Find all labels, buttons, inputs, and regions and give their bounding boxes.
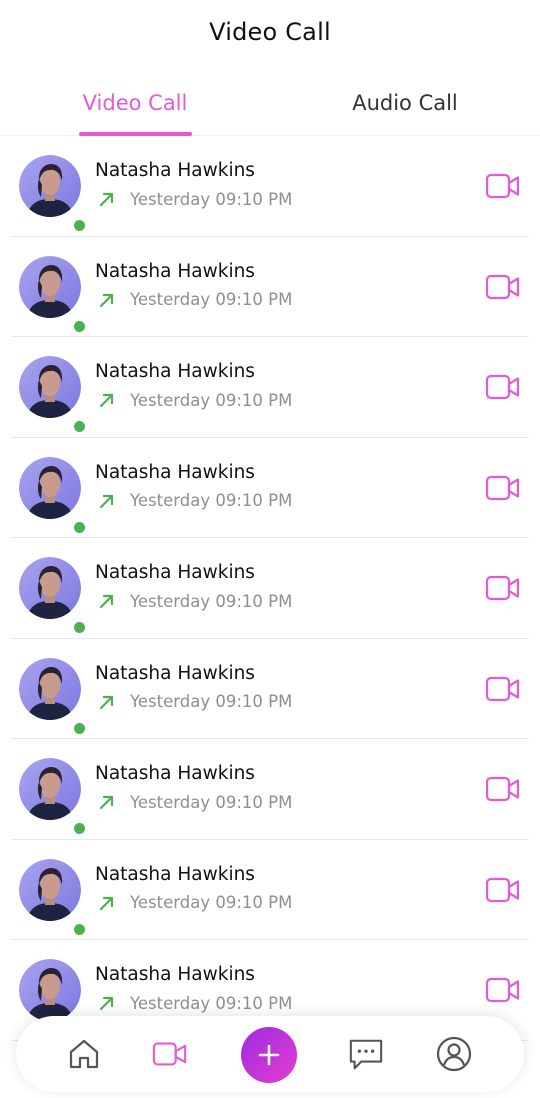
contact-name: Natasha Hawkins: [95, 361, 255, 382]
contact-name: Natasha Hawkins: [95, 461, 255, 483]
call-meta: Yesterday 09:10 PM: [97, 591, 292, 611]
video-camera-icon: [485, 173, 520, 199]
outgoing-call-arrow-icon: [99, 896, 114, 910]
call-meta: Yesterday 09:10 PM: [97, 491, 292, 511]
video-camera-icon: [485, 977, 520, 1003]
outgoing-call-arrow-icon: [99, 996, 114, 1011]
call-list-item[interactable]: Natasha Hawkins Yesterday 09:10 PM: [11, 438, 529, 538]
video-camera-icon: [152, 1042, 187, 1066]
call-time: Yesterday 09:10 PM: [130, 390, 293, 410]
call-list-item[interactable]: Natasha Hawkins Yesterday 09:10 PM: [11, 136, 529, 237]
home-icon: [69, 1039, 99, 1069]
call-meta: Yesterday 09:10 PM: [97, 692, 292, 712]
video-call-button[interactable]: [485, 373, 521, 401]
call-time: Yesterday 09:10 PM: [130, 692, 293, 711]
avatar: [19, 557, 87, 635]
video-camera-icon: [485, 877, 520, 902]
page-title: Video Call: [209, 18, 331, 46]
video-call-button[interactable]: [485, 474, 521, 502]
profile-icon: [436, 1036, 472, 1072]
call-list-item[interactable]: Natasha Hawkins Yesterday 09:10 PM: [11, 337, 529, 438]
online-status-dot: [72, 218, 87, 233]
video-call-button[interactable]: [485, 574, 521, 602]
call-history-list: Natasha Hawkins Yesterday 09:10 PM Natas…: [0, 136, 540, 1041]
outgoing-call-arrow-icon: [99, 494, 114, 508]
call-list-item[interactable]: Natasha Hawkins Yesterday 09:10 PM: [11, 538, 529, 639]
online-status-dot: [72, 720, 87, 736]
call-time: Yesterday 09:10 PM: [130, 591, 293, 611]
avatar: [19, 255, 87, 334]
call-meta: Yesterday 09:10 PM: [97, 792, 292, 812]
online-status-dot: [72, 318, 87, 334]
online-status-dot: [72, 419, 87, 434]
call-time: Yesterday 09:10 PM: [130, 993, 293, 1013]
call-time: Yesterday 09:10 PM: [130, 491, 293, 510]
contact-name: Natasha Hawkins: [95, 160, 255, 181]
contact-name: Natasha Hawkins: [95, 964, 255, 985]
contact-name: Natasha Hawkins: [95, 662, 255, 684]
call-meta: Yesterday 09:10 PM: [97, 993, 292, 1013]
call-time: Yesterday 09:10 PM: [130, 792, 293, 812]
video-call-button[interactable]: [485, 273, 521, 301]
video-camera-icon: [485, 676, 520, 701]
call-meta: Yesterday 09:10 PM: [97, 390, 292, 410]
online-status-dot: [72, 519, 87, 535]
avatar: [19, 155, 87, 233]
video-camera-icon: [485, 475, 520, 500]
nav-chat[interactable]: [348, 1036, 384, 1072]
tab-video-call[interactable]: Video Call: [0, 70, 270, 136]
call-list-item[interactable]: Natasha Hawkins Yesterday 09:10 PM: [11, 237, 529, 337]
video-call-button[interactable]: [485, 876, 521, 904]
outgoing-call-arrow-icon: [99, 293, 114, 307]
bottom-navigation: [16, 1016, 524, 1092]
app-header: Video Call: [0, 0, 540, 64]
call-time: Yesterday 09:10 PM: [130, 189, 293, 209]
call-meta: Yesterday 09:10 PM: [97, 290, 292, 310]
video-camera-icon: [485, 776, 520, 802]
call-meta: Yesterday 09:10 PM: [97, 189, 292, 209]
avatar: [19, 356, 87, 434]
call-list-item[interactable]: Natasha Hawkins Yesterday 09:10 PM: [11, 639, 529, 739]
contact-name: Natasha Hawkins: [95, 260, 255, 282]
avatar: [19, 456, 87, 535]
avatar: [19, 858, 87, 937]
outgoing-call-arrow-icon: [99, 795, 114, 810]
tab-audio-call-label: Audio Call: [352, 91, 458, 115]
call-time: Yesterday 09:10 PM: [130, 290, 293, 309]
video-call-button[interactable]: [485, 775, 521, 803]
video-call-button[interactable]: [485, 675, 521, 703]
nav-profile[interactable]: [436, 1036, 472, 1072]
video-camera-icon: [485, 575, 520, 601]
online-status-dot: [72, 921, 87, 937]
outgoing-call-arrow-icon: [99, 393, 114, 408]
plus-icon: [258, 1044, 280, 1066]
avatar: [19, 959, 87, 1037]
video-call-button[interactable]: [485, 172, 521, 200]
outgoing-call-arrow-icon: [99, 594, 114, 609]
online-status-dot: [72, 620, 87, 635]
avatar: [19, 758, 87, 836]
online-status-dot: [72, 821, 87, 836]
call-list-item[interactable]: Natasha Hawkins Yesterday 09:10 PM: [11, 739, 529, 840]
call-meta: Yesterday 09:10 PM: [97, 893, 292, 913]
video-call-button[interactable]: [485, 976, 521, 1004]
call-list-item[interactable]: Natasha Hawkins Yesterday 09:10 PM: [11, 840, 529, 940]
chat-icon: [349, 1039, 383, 1070]
call-type-tabs: Video Call Audio Call: [0, 70, 540, 136]
outgoing-call-arrow-icon: [99, 192, 114, 207]
call-time: Yesterday 09:10 PM: [130, 893, 293, 912]
nav-home[interactable]: [66, 1036, 102, 1072]
video-camera-icon: [485, 274, 520, 299]
avatar: [19, 657, 87, 736]
contact-name: Natasha Hawkins: [95, 763, 255, 784]
contact-name: Natasha Hawkins: [95, 562, 255, 583]
video-camera-icon: [485, 374, 520, 400]
outgoing-call-arrow-icon: [99, 695, 114, 709]
tab-video-call-label: Video Call: [82, 91, 188, 115]
new-call-button[interactable]: [241, 1027, 297, 1083]
nav-video-call[interactable]: [152, 1036, 188, 1072]
tab-audio-call[interactable]: Audio Call: [270, 70, 540, 136]
contact-name: Natasha Hawkins: [95, 863, 255, 885]
